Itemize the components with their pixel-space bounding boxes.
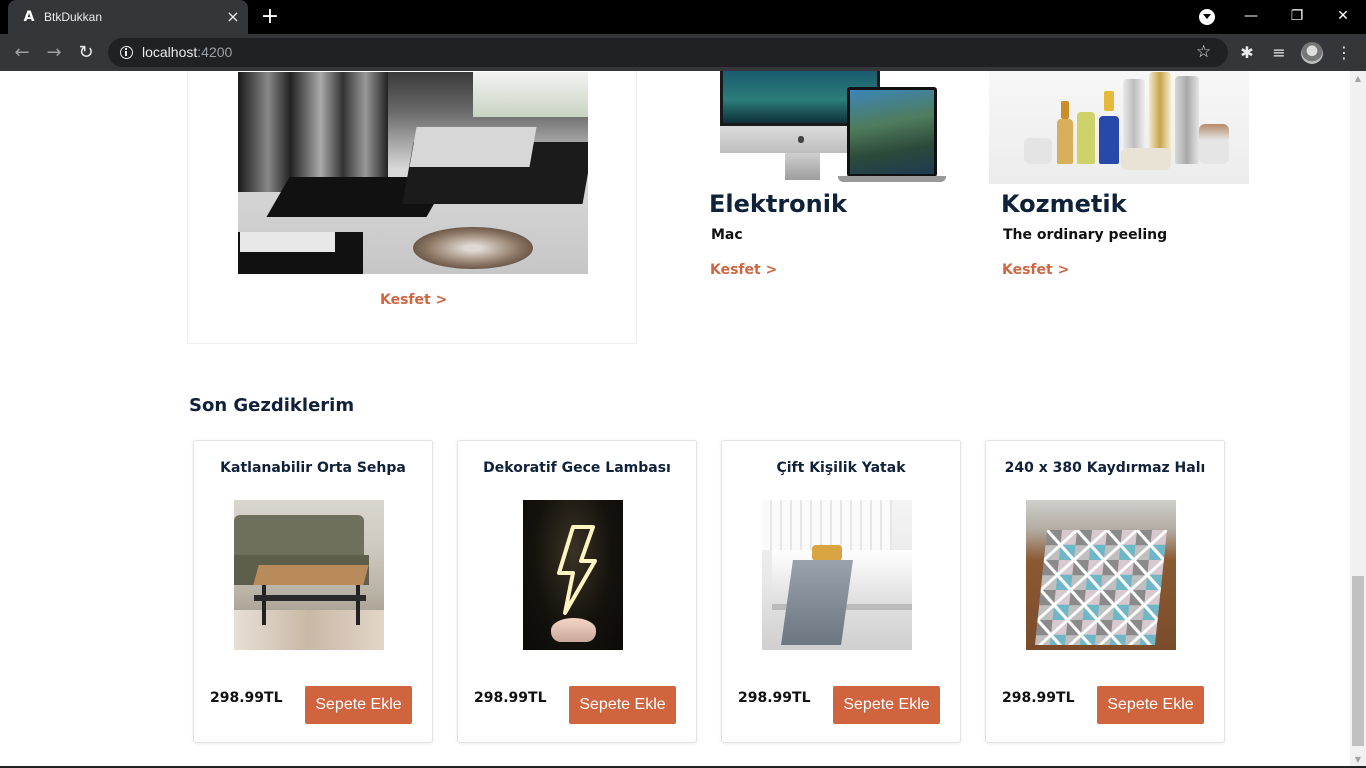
reload-icon[interactable]: ↻ <box>74 41 98 65</box>
product-image-double-bed[interactable] <box>762 500 912 650</box>
tab-title: BtkDukkan <box>44 10 103 24</box>
product-price: 298.99TL <box>210 690 283 706</box>
page-viewport: Kesfet > Elektronik Mac Kesfet > Kozmeti… <box>0 71 1350 768</box>
product-name[interactable]: Dekoratif Gece Lambası <box>458 459 696 477</box>
add-to-cart-button[interactable]: Sepete Ekle <box>833 686 940 724</box>
elektronik-kesfet-link[interactable]: Kesfet > <box>710 261 777 279</box>
product-card: Dekoratif Gece Lambası 298.99TL Sepete E… <box>457 440 697 743</box>
cosmetics-image <box>989 71 1249 184</box>
kozmetik-kesfet-link[interactable]: Kesfet > <box>1002 261 1069 279</box>
vertical-scrollbar[interactable]: ▲ ▼ <box>1350 71 1366 768</box>
browser-titlebar: A BtkDukkan × + — ❐ ✕ <box>0 0 1366 34</box>
featured-category-card: Kesfet > <box>187 71 637 344</box>
product-card: Çift Kişilik Yatak 298.99TL Sepete Ekle <box>721 440 961 743</box>
featured-kesfet-link[interactable]: Kesfet > <box>380 291 447 309</box>
category-title-elektronik: Elektronik <box>709 190 847 218</box>
url-text[interactable]: localhost:4200 <box>142 44 232 61</box>
product-name[interactable]: 240 x 380 Kaydırmaz Halı <box>986 459 1224 477</box>
media-control-icon[interactable]: ≡ <box>1267 41 1291 65</box>
product-card: Katlanabilir Orta Sehpa 298.99TL Sepete … <box>193 440 433 743</box>
scrollbar-thumb[interactable] <box>1352 576 1364 746</box>
minimize-icon[interactable]: — <box>1236 4 1266 28</box>
browser-tab[interactable]: A BtkDukkan × <box>8 0 248 34</box>
site-info-icon[interactable] <box>120 46 133 59</box>
bookmark-star-icon[interactable]: ☆ <box>1196 41 1211 63</box>
menu-icon[interactable]: ⋮ <box>1332 41 1356 65</box>
recently-viewed-title: Son Gezdiklerim <box>189 395 355 416</box>
product-image-rug[interactable] <box>1026 500 1176 650</box>
category-title-kozmetik: Kozmetik <box>1001 190 1127 218</box>
electronics-image <box>720 71 948 184</box>
restore-icon[interactable]: ❐ <box>1282 4 1312 28</box>
scroll-up-icon[interactable]: ▲ <box>1350 71 1366 87</box>
tab-close-icon[interactable]: × <box>224 8 242 26</box>
product-image-night-lamp[interactable] <box>523 500 623 650</box>
product-name[interactable]: Çift Kişilik Yatak <box>722 459 960 477</box>
category-subtitle-elektronik: Mac <box>711 227 743 243</box>
profile-avatar[interactable] <box>1301 42 1323 64</box>
product-image-coffee-table[interactable] <box>234 500 384 650</box>
product-card: 240 x 380 Kaydırmaz Halı 298.99TL Sepete… <box>985 440 1225 743</box>
add-to-cart-button[interactable]: Sepete Ekle <box>305 686 412 724</box>
bedroom-image <box>238 72 588 274</box>
back-icon[interactable]: ← <box>10 41 34 65</box>
url-host: localhost <box>142 44 198 60</box>
product-name[interactable]: Katlanabilir Orta Sehpa <box>194 459 432 477</box>
add-to-cart-button[interactable]: Sepete Ekle <box>569 686 676 724</box>
category-subtitle-kozmetik: The ordinary peeling <box>1003 227 1168 243</box>
extensions-icon[interactable]: ✱ <box>1235 41 1259 65</box>
url-port: :4200 <box>197 44 233 60</box>
angular-favicon-icon: A <box>23 9 35 25</box>
browser-toolbar: ← → ↻ localhost:4200 ☆ ✱ ≡ ⋮ <box>0 34 1366 71</box>
close-window-icon[interactable]: ✕ <box>1328 4 1358 28</box>
forward-icon[interactable]: → <box>42 41 66 65</box>
tab-search-icon[interactable] <box>1199 9 1215 25</box>
add-to-cart-button[interactable]: Sepete Ekle <box>1097 686 1204 724</box>
address-bar[interactable]: localhost:4200 ☆ <box>108 38 1228 67</box>
product-price: 298.99TL <box>474 690 547 706</box>
product-price: 298.99TL <box>738 690 811 706</box>
lightning-bolt-icon <box>557 525 597 615</box>
product-price: 298.99TL <box>1002 690 1075 706</box>
new-tab-icon[interactable]: + <box>258 6 282 28</box>
